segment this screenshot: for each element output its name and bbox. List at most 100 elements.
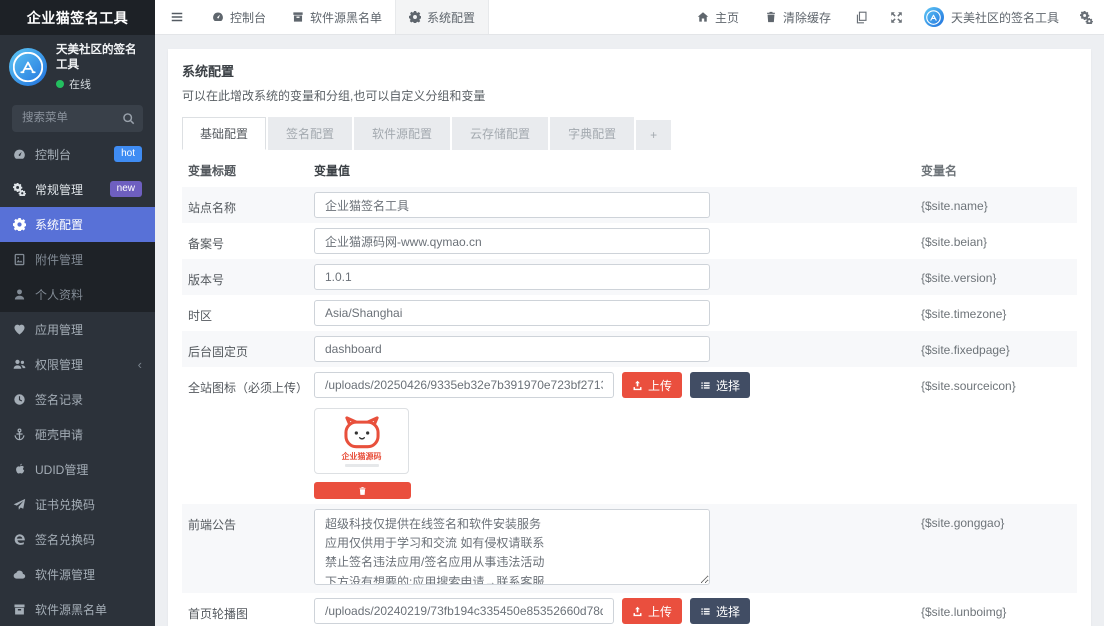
sidebar-item-label: 控制台 [35, 146, 71, 163]
anchor-icon [13, 428, 26, 441]
topnav-right: 主页 清除缓存 天美社区的签名工具 [684, 0, 1104, 34]
navtab-source-blacklist[interactable]: 软件源黑名单 [279, 0, 395, 34]
user-icon [13, 288, 26, 301]
tab-sign-config[interactable]: 签名配置 [268, 117, 352, 150]
avatar[interactable] [9, 48, 47, 86]
timezone-input[interactable] [314, 300, 710, 326]
sidebar-item-source-blacklist[interactable]: 软件源黑名单 [0, 592, 155, 626]
row-label: 前端公告 [188, 509, 314, 533]
appstore-icon [13, 52, 43, 82]
row-label: 站点名称 [188, 192, 314, 216]
sidebar-item-apps[interactable]: 应用管理 [0, 312, 155, 347]
brand-title: 企业猫签名工具 [0, 0, 155, 35]
beian-input[interactable] [314, 228, 710, 254]
carousel-input[interactable] [314, 598, 614, 624]
sourceicon-input[interactable] [314, 372, 614, 398]
upload-button[interactable]: 上传 [622, 372, 682, 398]
sidebar-item-profile[interactable]: 个人资料 [0, 277, 155, 312]
edge-icon [13, 533, 26, 546]
sidebar-item-label: 签名兑换码 [35, 531, 95, 548]
home-label: 主页 [715, 9, 739, 26]
table-row: 时区 {$site.timezone} [182, 295, 1077, 331]
table-row: 首页轮播图 上传选择 {$site.lunboimg} [182, 593, 1077, 626]
row-label: 备案号 [188, 228, 314, 252]
sidebar-item-sign-codes[interactable]: 签名兑换码 [0, 522, 155, 557]
config-tabs: 基础配置 签名配置 软件源配置 云存储配置 字典配置 + [182, 117, 1077, 150]
row-label: 后台固定页 [188, 336, 314, 360]
row-var: {$site.lunboimg} [921, 598, 1071, 619]
clear-cache-label: 清除缓存 [783, 9, 831, 26]
col-header-var: 变量名 [921, 162, 1071, 179]
table-header-row: 变量标题 变量值 变量名 [182, 152, 1077, 187]
fixedpage-input[interactable] [314, 336, 710, 362]
tab-dict-config[interactable]: 字典配置 [550, 117, 634, 150]
sidebar-toggle-button[interactable] [155, 0, 199, 34]
sidebar-item-attachments[interactable]: 附件管理 [0, 242, 155, 277]
sidebar-search [12, 105, 143, 132]
sidebar-item-label: 软件源管理 [35, 566, 95, 583]
sidebar-item-dashboard[interactable]: 控制台 hot [0, 137, 155, 172]
add-tab-button[interactable]: + [636, 120, 671, 150]
row-var: {$site.fixedpage} [921, 336, 1071, 357]
main-content: 系统配置 可以在此增改系统的变量和分组,也可以自定义分组和变量 基础配置 签名配… [155, 36, 1104, 626]
account-menu[interactable]: 天美社区的签名工具 [914, 0, 1069, 34]
paper-plane-icon [13, 498, 26, 511]
select-button[interactable]: 选择 [690, 372, 750, 398]
sidebar-item-general[interactable]: 常规管理 new [0, 172, 155, 207]
sidebar-item-shell-request[interactable]: 砸壳申请 [0, 417, 155, 452]
navtab-dashboard[interactable]: 控制台 [199, 0, 279, 34]
navtab-label: 控制台 [230, 9, 266, 26]
heart-icon [13, 323, 26, 336]
top-navbar: 控制台 软件源黑名单 系统配置 主页 清除缓存 [155, 0, 1104, 35]
tab-basic-config[interactable]: 基础配置 [182, 117, 266, 150]
cloud-icon [13, 568, 26, 581]
settings-button[interactable] [1069, 0, 1104, 34]
sidebar-item-udid[interactable]: UDID管理 [0, 452, 155, 487]
sidebar-item-label: 附件管理 [35, 251, 83, 268]
sidebar-item-permissions[interactable]: 权限管理 ‹ [0, 347, 155, 382]
new-badge: new [110, 181, 142, 197]
col-header-label: 变量标题 [188, 162, 314, 179]
version-input[interactable] [314, 264, 710, 290]
box-icon [13, 603, 26, 616]
clear-cache-button[interactable]: 清除缓存 [752, 0, 844, 34]
sidebar-item-system-config[interactable]: 系统配置 [0, 207, 155, 242]
sidebar-item-sign-records[interactable]: 签名记录 [0, 382, 155, 417]
upload-icon [632, 606, 643, 617]
sidebar-item-label: 个人资料 [35, 286, 83, 303]
sidebar-item-source-manage[interactable]: 软件源管理 [0, 557, 155, 592]
tab-source-config[interactable]: 软件源配置 [354, 117, 450, 150]
home-icon [697, 11, 709, 23]
navtab-label: 软件源黑名单 [310, 9, 382, 26]
upload-button[interactable]: 上传 [622, 598, 682, 624]
table-row: 后台固定页 {$site.fixedpage} [182, 331, 1077, 367]
fullscreen-button[interactable] [879, 0, 914, 34]
dashboard-icon [212, 11, 224, 23]
appstore-icon [926, 10, 941, 25]
tab-cloud-config[interactable]: 云存储配置 [452, 117, 548, 150]
sidebar-submenu: 系统配置 附件管理 个人资料 [0, 207, 155, 312]
search-icon[interactable] [122, 112, 135, 125]
hamburger-icon [170, 10, 184, 24]
user-info: 天美社区的签名工具 在线 [56, 43, 146, 92]
icon-preview: 企业猫源码 [314, 408, 409, 474]
site-name-input[interactable] [314, 192, 710, 218]
announcement-textarea[interactable] [314, 509, 710, 585]
sidebar-item-cert-codes[interactable]: 证书兑换码 [0, 487, 155, 522]
upload-icon [632, 380, 643, 391]
table-row: 站点名称 {$site.name} [182, 187, 1077, 223]
row-var: {$site.version} [921, 264, 1071, 285]
users-icon [13, 358, 26, 371]
home-button[interactable]: 主页 [684, 0, 752, 34]
app-window: 企业猫签名工具 天美社区的签名工具 在线 控制台 hot [0, 0, 1104, 626]
sidebar-item-label: UDID管理 [35, 461, 88, 478]
copy-button[interactable] [844, 0, 879, 34]
expand-icon [890, 11, 903, 24]
config-card: 系统配置 可以在此增改系统的变量和分组,也可以自定义分组和变量 基础配置 签名配… [168, 49, 1091, 626]
row-label: 全站图标（必须上传） [188, 372, 314, 396]
row-var: {$site.gonggao} [921, 509, 1071, 530]
navtab-system-config[interactable]: 系统配置 [395, 0, 489, 34]
select-button[interactable]: 选择 [690, 598, 750, 624]
sidebar-item-label: 签名记录 [35, 391, 83, 408]
delete-icon-button[interactable] [314, 482, 411, 499]
